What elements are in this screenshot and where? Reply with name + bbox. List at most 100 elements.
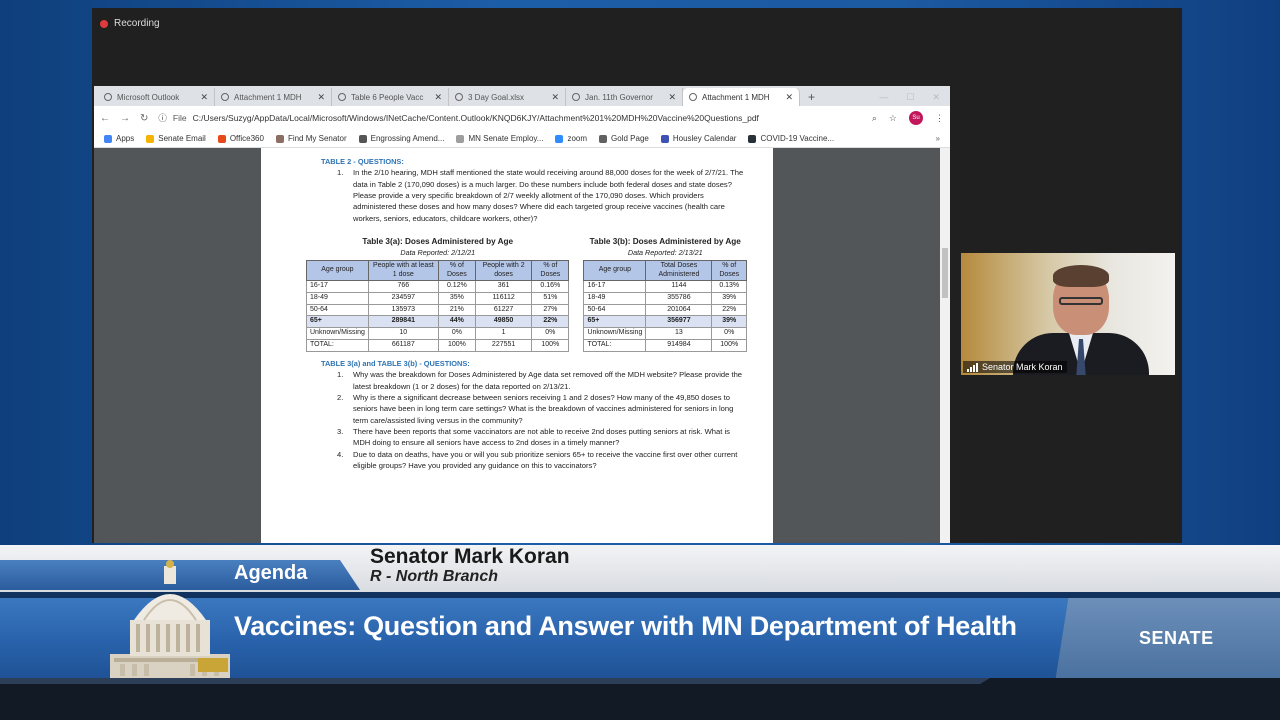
- table-cell: 50-64: [583, 303, 647, 317]
- calendar-icon: [660, 134, 669, 143]
- scrollbar-thumb[interactable]: [942, 248, 948, 298]
- close-icon[interactable]: ✕: [200, 92, 208, 103]
- profile-avatar[interactable]: Su: [909, 111, 923, 125]
- table3-heading: TABLE 3(a) and TABLE 3(b) - QUESTIONS:: [321, 359, 470, 368]
- table-row: 16-17 766 0.12% 361 0.16%: [306, 279, 570, 293]
- question-text: Why is there a significant decrease betw…: [353, 392, 734, 425]
- question-text: In the 2/10 hearing, MDH staff mentioned…: [353, 168, 744, 223]
- table-header-row: Age group Total Doses Administered% of Do…: [583, 260, 747, 281]
- zoom-window: Recording Microsoft Outlook ✕ Attachment …: [92, 8, 1182, 543]
- bookmark-label: Housley Calendar: [672, 134, 737, 143]
- pdf-page: TABLE 2 - QUESTIONS: 1. In the 2/10 heari…: [261, 148, 773, 543]
- table-cell: 227551: [475, 339, 533, 352]
- presenter-name-tag: Senator Mark Koran: [963, 361, 1067, 373]
- maximize-icon[interactable]: ☐: [906, 92, 914, 103]
- window-close-icon[interactable]: ✕: [932, 92, 940, 103]
- tab-5-active[interactable]: Attachment 1 MDH ✕: [683, 88, 800, 106]
- tab-label: Microsoft Outlook: [117, 92, 180, 102]
- table-cell: 22%: [531, 315, 570, 329]
- more-bookmarks-icon[interactable]: »: [936, 134, 940, 143]
- table-row: TOTAL: 914984 100%: [583, 339, 747, 352]
- zoom-icon: [555, 134, 564, 143]
- table-cell: 16-17: [583, 279, 647, 293]
- bookmark-engrossing[interactable]: Engrossing Amend...: [358, 134, 444, 143]
- star-icon[interactable]: ☆: [889, 113, 897, 124]
- url-scheme: File: [172, 113, 187, 123]
- browser-window: Microsoft Outlook ✕ Attachment 1 MDH ✕ Tab…: [94, 86, 950, 543]
- tab-label: 3 Day Goal.xlsx: [468, 92, 525, 102]
- bookmark-housley-calendar[interactable]: Housley Calendar: [660, 134, 737, 143]
- mn-icon: [748, 134, 757, 143]
- table-cell: 0.16%: [531, 279, 570, 293]
- table-row: Unknown/Missing 10 0% 1 0%: [306, 327, 570, 341]
- info-icon[interactable]: ⓘ: [158, 112, 167, 124]
- apps-grid-icon: [104, 134, 112, 143]
- menu-icon[interactable]: ⋮: [935, 113, 944, 124]
- speaker-name: Senator Mark Koran: [370, 545, 570, 568]
- table-cell: 100%: [711, 339, 747, 352]
- pdf-viewer[interactable]: TABLE 2 - QUESTIONS: 1. In the 2/10 heari…: [94, 148, 950, 543]
- new-tab-button[interactable]: +: [800, 88, 823, 106]
- address-bar[interactable]: ⓘ File C:/Users/Suzyg/AppData/Local/Micr…: [158, 112, 861, 124]
- globe-icon: [572, 93, 580, 101]
- back-icon[interactable]: ←: [100, 113, 110, 124]
- tab-strip: Microsoft Outlook ✕ Attachment 1 MDH ✕ Tab…: [94, 86, 950, 106]
- bookmark-mn-senate-employ[interactable]: MN Senate Employ...: [456, 134, 543, 143]
- tab-label: Attachment 1 MDH: [702, 92, 770, 102]
- document-icon: [358, 134, 367, 143]
- column-header: % of Doses: [711, 260, 747, 281]
- table-cell: 0%: [531, 327, 570, 341]
- zoom-search-icon[interactable]: ⌕: [872, 113, 877, 124]
- reload-icon[interactable]: ↻: [140, 113, 148, 124]
- tab-1[interactable]: Attachment 1 MDH ✕: [215, 88, 332, 106]
- tab-3[interactable]: 3 Day Goal.xlsx ✕: [449, 88, 566, 106]
- forward-icon[interactable]: →: [120, 113, 130, 124]
- bookmark-zoom[interactable]: zoom: [555, 134, 587, 143]
- tab-2[interactable]: Table 6 People Vacc ✕: [332, 88, 449, 106]
- table-row: 16-17 1144 0.13%: [583, 279, 747, 293]
- speaker-district: R - North Branch: [370, 568, 498, 585]
- question-number: 3.: [337, 427, 344, 437]
- column-header: Age group: [583, 260, 647, 281]
- bookmark-find-senator[interactable]: Find My Senator: [275, 134, 347, 143]
- table3b-subtitle: Data Reported: 2/13/21: [627, 248, 703, 258]
- table-row: 50-64 201064 22%: [583, 303, 747, 317]
- table3a-title: Table 3(a): Doses Administered by Age: [362, 237, 514, 247]
- bookmark-office360[interactable]: Office360: [217, 134, 264, 143]
- minimize-icon[interactable]: —: [879, 92, 888, 102]
- table-cell: 50-64: [306, 303, 369, 317]
- bookmark-covid-vaccine[interactable]: COVID-19 Vaccine...: [748, 134, 834, 143]
- question-number: 4.: [337, 449, 344, 459]
- close-icon[interactable]: ✕: [551, 92, 559, 103]
- close-icon[interactable]: ✕: [317, 92, 325, 103]
- table2-heading: TABLE 2 - QUESTIONS:: [321, 157, 404, 166]
- table-cell: 10: [367, 327, 439, 341]
- bookmark-apps[interactable]: Apps: [104, 134, 134, 143]
- bookmark-label: Senate Email: [158, 134, 206, 143]
- pdf-scrollbar[interactable]: [940, 148, 950, 543]
- question-item: 2. Why is there a significant decrease be…: [337, 392, 747, 426]
- close-icon[interactable]: ✕: [785, 92, 793, 103]
- signal-bars-icon: [967, 362, 978, 372]
- close-icon[interactable]: ✕: [434, 92, 442, 103]
- question-item: 3. There have been reports that some vacc…: [337, 426, 747, 449]
- bookmark-senate-email[interactable]: Senate Email: [146, 134, 206, 143]
- table-cell: 22%: [711, 303, 747, 317]
- table-cell: 21%: [437, 303, 477, 317]
- tab-0[interactable]: Microsoft Outlook ✕: [98, 88, 215, 106]
- bookmark-gold-page[interactable]: Gold Page: [599, 134, 649, 143]
- bookmark-label: Find My Senator: [287, 134, 347, 143]
- globe-icon: [338, 93, 346, 101]
- presenter-name: Senator Mark Koran: [982, 362, 1063, 372]
- agenda-title: Vaccines: Question and Answer with MN De…: [234, 611, 1017, 641]
- table-cell: 1: [475, 327, 533, 341]
- tab-4[interactable]: Jan. 11th Governor ✕: [566, 88, 683, 106]
- tab-label: Attachment 1 MDH: [234, 92, 302, 102]
- presenter-video-tile: Senator Mark Koran: [961, 253, 1175, 375]
- table-cell: 16-17: [306, 279, 369, 293]
- table-cell: 201064: [645, 303, 713, 317]
- record-icon: [100, 19, 108, 28]
- table-cell: 35%: [437, 291, 477, 305]
- question-number: 2.: [337, 392, 344, 402]
- close-icon[interactable]: ✕: [668, 92, 676, 103]
